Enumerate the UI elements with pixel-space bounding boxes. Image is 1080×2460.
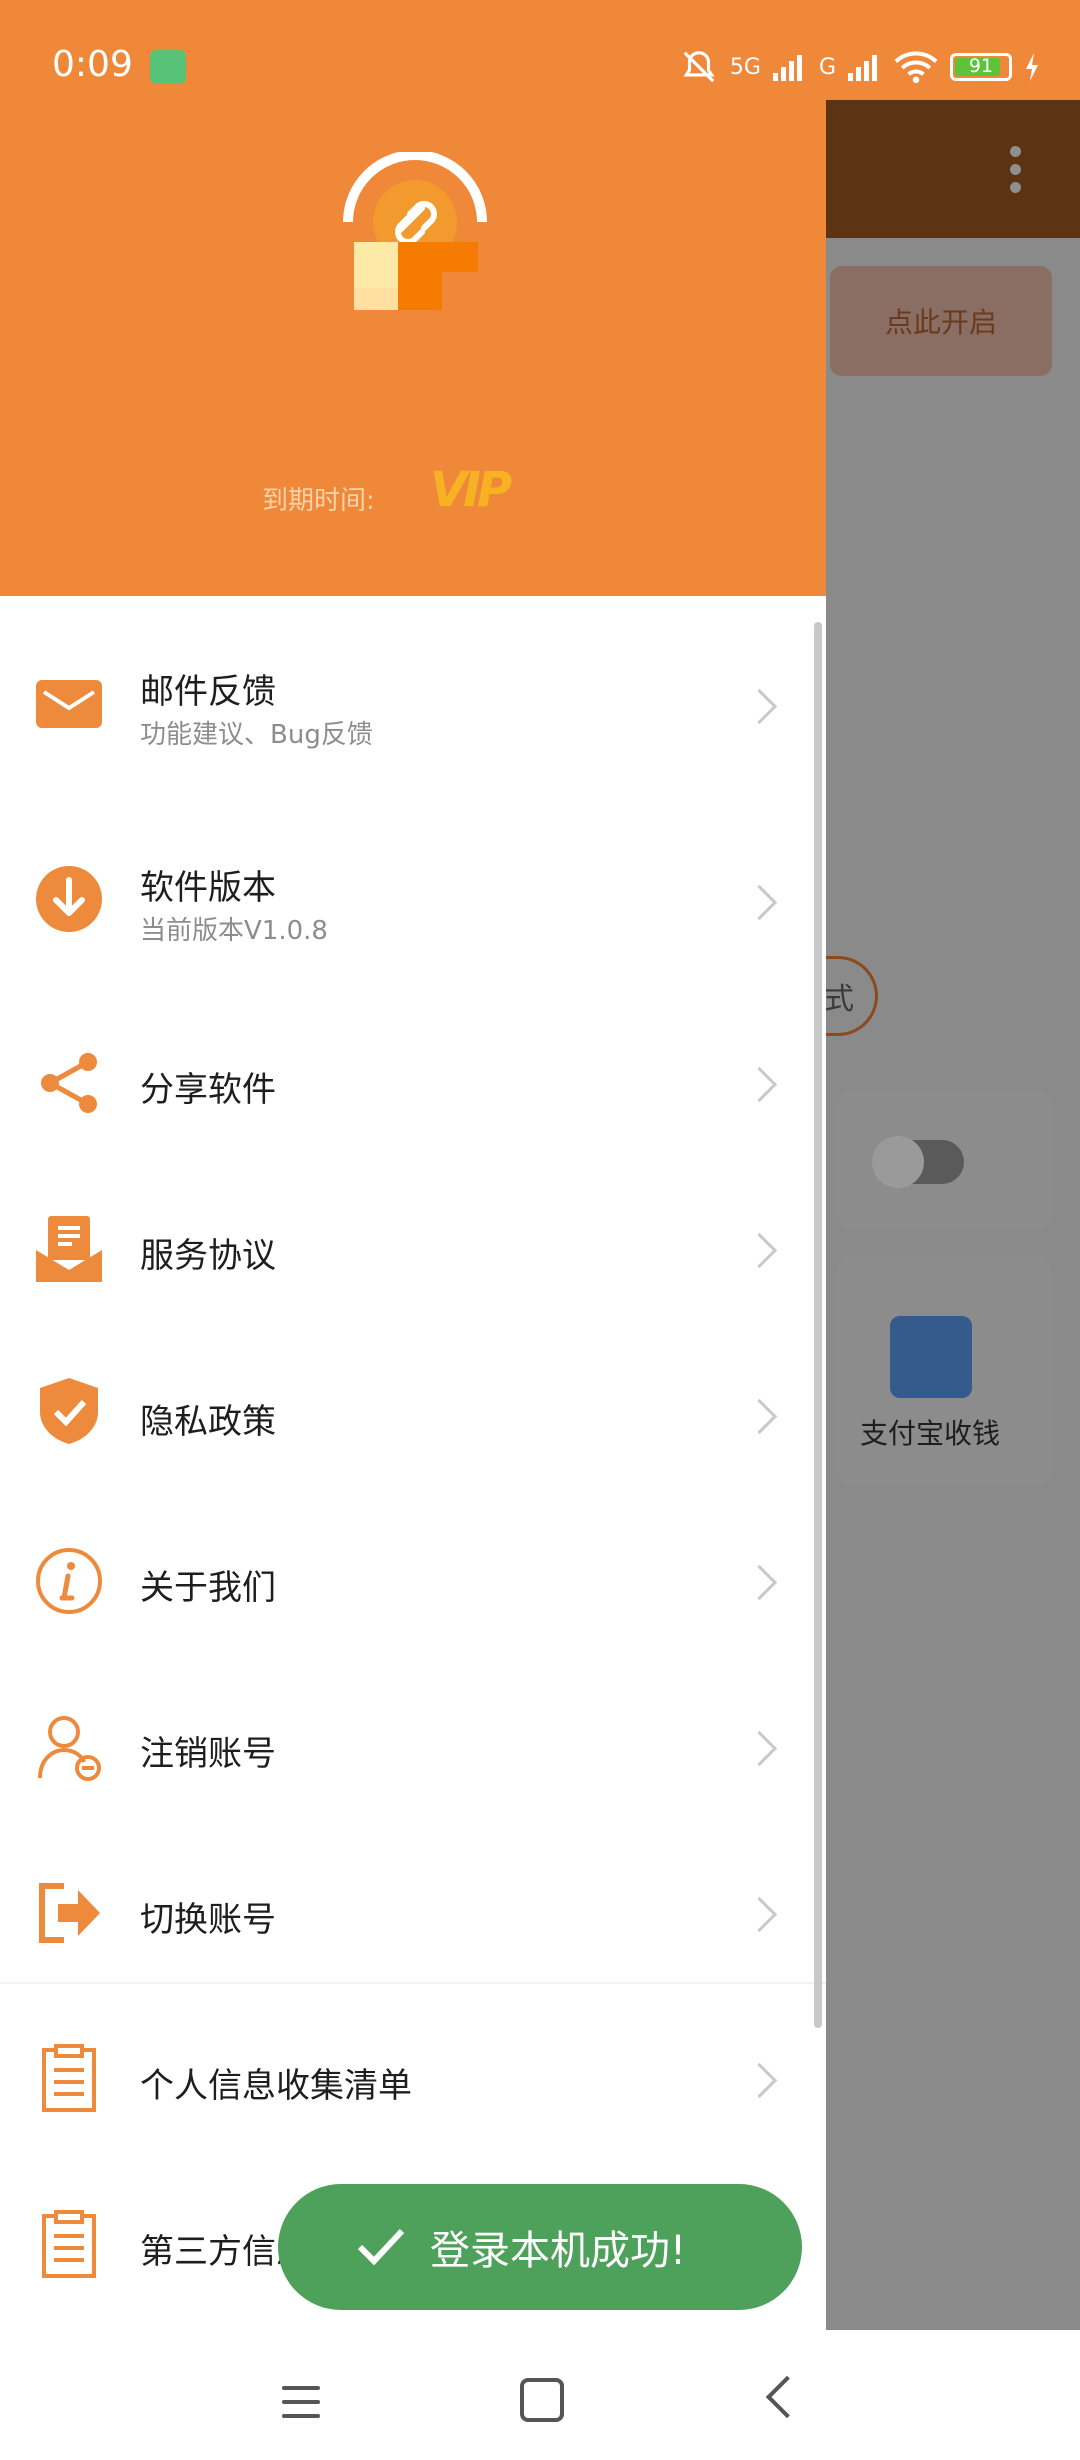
- switch-account-icon: [39, 1883, 100, 1943]
- status-time: 0:09: [52, 44, 133, 85]
- drawer-scrollbar[interactable]: [814, 622, 822, 2028]
- chevron-right-icon: [741, 1896, 778, 1933]
- menu-item-service-agreement[interactable]: 服务协议: [0, 1166, 826, 1332]
- clipboard-icon: [42, 2210, 96, 2278]
- charging-icon: [1026, 53, 1038, 81]
- menu-item-subtitle: 当前版本V1.0.8: [140, 916, 328, 946]
- app-logo-icon: [343, 152, 487, 310]
- menu-item-title: 邮件反馈: [140, 672, 276, 712]
- menu-item-title: 个人信息收集清单: [140, 2066, 412, 2106]
- menu-icon[interactable]: [282, 2386, 320, 2428]
- download-icon: [36, 866, 102, 932]
- signal-icon-2: [848, 55, 877, 81]
- agreement-icon: [36, 1216, 102, 1282]
- menu-item-title: 软件版本: [140, 868, 276, 908]
- chevron-right-icon: [741, 1730, 778, 1767]
- status-bar: 0:09 5G G 91: [0, 0, 1080, 100]
- vip-badge: VIP: [430, 462, 512, 518]
- chevron-right-icon: [741, 1232, 778, 1269]
- info-icon: [36, 1548, 102, 1614]
- share-icon: [41, 1053, 97, 1113]
- wifi-icon: [894, 51, 938, 84]
- chevron-right-icon: [741, 884, 778, 921]
- android-notification-icon: [150, 50, 186, 84]
- background-toggle: [872, 1136, 964, 1188]
- menu-item-subtitle: 功能建议、Bug反馈: [140, 720, 373, 750]
- menu-divider: [0, 1982, 826, 1984]
- chevron-right-icon: [741, 1398, 778, 1435]
- chevron-right-icon: [741, 1066, 778, 1103]
- mute-bell-icon: [683, 51, 715, 83]
- battery-level: 91: [968, 55, 994, 77]
- chevron-right-icon: [741, 688, 778, 725]
- network-g-label: G: [818, 54, 836, 80]
- network-5g-label: 5G: [729, 54, 761, 80]
- menu-item-personal-info-list[interactable]: 个人信息收集清单: [0, 1996, 826, 2162]
- clipboard-icon: [42, 2044, 96, 2112]
- menu-item-privacy-policy[interactable]: 隐私政策: [0, 1332, 826, 1498]
- back-icon[interactable]: [765, 2375, 809, 2419]
- navigation-drawer: 到期时间: VIP 邮件反馈 功能建议、Bug反馈 软件版本 当前版本V1.0.…: [0, 0, 826, 2330]
- chevron-right-icon: [741, 2062, 778, 2099]
- alipay-label: 支付宝收钱: [859, 1417, 1000, 1450]
- menu-item-title: 关于我们: [140, 1568, 276, 1608]
- system-nav-bar: [0, 2330, 1080, 2460]
- chevron-right-icon: [741, 1564, 778, 1601]
- menu-item-switch-account[interactable]: 切换账号: [0, 1830, 826, 1996]
- menu-item-about-us[interactable]: 关于我们: [0, 1498, 826, 1664]
- menu-item-title: 隐私政策: [140, 1402, 276, 1442]
- menu-item-delete-account[interactable]: 注销账号: [0, 1664, 826, 1830]
- menu-item-title: 服务协议: [140, 1236, 276, 1276]
- toast-message: 登录本机成功!: [430, 2228, 687, 2274]
- signal-icon: [772, 55, 802, 81]
- menu-item-title: 分享软件: [140, 1070, 276, 1110]
- more-options-icon: [1010, 146, 1022, 194]
- menu-item-mail-feedback[interactable]: 邮件反馈 功能建议、Bug反馈: [0, 620, 826, 786]
- shield-check-icon: [40, 1378, 98, 1444]
- status-icons: 5G G 91: [680, 48, 1040, 86]
- login-success-toast: 登录本机成功!: [278, 2184, 802, 2310]
- menu-item-share-app[interactable]: 分享软件: [0, 1000, 826, 1166]
- menu-item-title: 切换账号: [140, 1900, 276, 1940]
- menu-item-software-version[interactable]: 软件版本 当前版本V1.0.8: [0, 812, 826, 978]
- expire-time-label: 到期时间:: [262, 486, 375, 516]
- home-icon[interactable]: [520, 2378, 564, 2422]
- background-open-button: 点此开启: [830, 266, 1052, 376]
- menu-item-title: 注销账号: [140, 1734, 276, 1774]
- mail-icon: [36, 680, 102, 728]
- battery-icon: 91: [950, 53, 1012, 81]
- user-minus-icon: [38, 1716, 101, 1781]
- checkmark-icon: [357, 2228, 405, 2266]
- alipay-icon: [890, 1316, 972, 1398]
